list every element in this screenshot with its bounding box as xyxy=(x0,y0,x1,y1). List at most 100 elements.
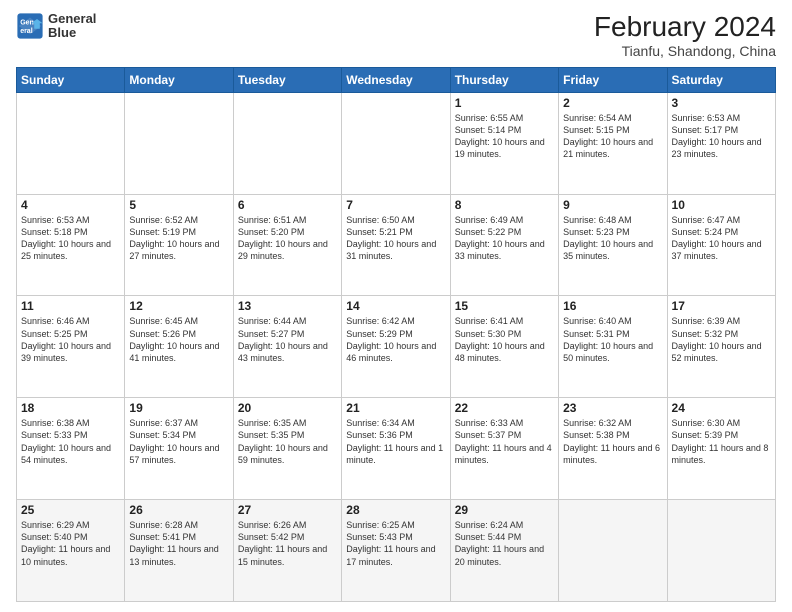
header: Gen eral General Blue February 2024 Tian… xyxy=(16,12,776,59)
calendar-day-cell: 24 Sunrise: 6:30 AM Sunset: 5:39 PM Dayli… xyxy=(667,398,775,500)
calendar-day-cell: 27 Sunrise: 6:26 AM Sunset: 5:42 PM Dayli… xyxy=(233,500,341,602)
calendar-day-cell: 17 Sunrise: 6:39 AM Sunset: 5:32 PM Dayli… xyxy=(667,296,775,398)
calendar-day-cell: 22Sunrise: 6:33 AM Sunset: 5:37 PM Dayli… xyxy=(450,398,558,500)
calendar-title: February 2024 xyxy=(594,12,776,43)
day-number: 7 xyxy=(346,198,445,212)
day-info: Sunrise: 6:47 AM Sunset: 5:24 PM Dayligh… xyxy=(672,214,771,263)
calendar-day-cell: 10 Sunrise: 6:47 AM Sunset: 5:24 PM Dayli… xyxy=(667,194,775,296)
calendar-table: SundayMondayTuesdayWednesdayThursdayFrid… xyxy=(16,67,776,602)
calendar-day-cell xyxy=(125,92,233,194)
calendar-day-cell xyxy=(233,92,341,194)
day-number: 21 xyxy=(346,401,445,415)
weekday-header: Saturday xyxy=(667,67,775,92)
day-info: Sunrise: 6:45 AM Sunset: 5:26 PM Dayligh… xyxy=(129,315,228,364)
day-number: 2 xyxy=(563,96,662,110)
day-info: Sunrise: 6:25 AM Sunset: 5:43 PM Dayligh… xyxy=(346,519,445,568)
calendar-day-cell: 14 Sunrise: 6:42 AM Sunset: 5:29 PM Dayli… xyxy=(342,296,450,398)
day-number: 29 xyxy=(455,503,554,517)
weekday-header: Friday xyxy=(559,67,667,92)
calendar-day-cell: 28 Sunrise: 6:25 AM Sunset: 5:43 PM Dayli… xyxy=(342,500,450,602)
calendar-week-row: 25 Sunrise: 6:29 AM Sunset: 5:40 PM Dayli… xyxy=(17,500,776,602)
day-number: 19 xyxy=(129,401,228,415)
calendar-header: SundayMondayTuesdayWednesdayThursdayFrid… xyxy=(17,67,776,92)
day-info: Sunrise: 6:46 AM Sunset: 5:25 PM Dayligh… xyxy=(21,315,120,364)
calendar-day-cell: 12 Sunrise: 6:45 AM Sunset: 5:26 PM Dayli… xyxy=(125,296,233,398)
day-number: 5 xyxy=(129,198,228,212)
day-number: 17 xyxy=(672,299,771,313)
day-info: Sunrise: 6:29 AM Sunset: 5:40 PM Dayligh… xyxy=(21,519,120,568)
day-info: Sunrise: 6:41 AM Sunset: 5:30 PM Dayligh… xyxy=(455,315,554,364)
day-number: 25 xyxy=(21,503,120,517)
day-number: 1 xyxy=(455,96,554,110)
day-number: 14 xyxy=(346,299,445,313)
calendar-week-row: 18Sunrise: 6:38 AM Sunset: 5:33 PM Dayli… xyxy=(17,398,776,500)
day-info: Sunrise: 6:49 AM Sunset: 5:22 PM Dayligh… xyxy=(455,214,554,263)
logo: Gen eral General Blue xyxy=(16,12,96,41)
calendar-day-cell: 4Sunrise: 6:53 AM Sunset: 5:18 PM Daylig… xyxy=(17,194,125,296)
calendar-day-cell: 13Sunrise: 6:44 AM Sunset: 5:27 PM Dayli… xyxy=(233,296,341,398)
day-number: 8 xyxy=(455,198,554,212)
day-info: Sunrise: 6:55 AM Sunset: 5:14 PM Dayligh… xyxy=(455,112,554,161)
calendar-week-row: 4Sunrise: 6:53 AM Sunset: 5:18 PM Daylig… xyxy=(17,194,776,296)
day-info: Sunrise: 6:38 AM Sunset: 5:33 PM Dayligh… xyxy=(21,417,120,466)
day-info: Sunrise: 6:28 AM Sunset: 5:41 PM Dayligh… xyxy=(129,519,228,568)
day-info: Sunrise: 6:51 AM Sunset: 5:20 PM Dayligh… xyxy=(238,214,337,263)
calendar-day-cell: 25 Sunrise: 6:29 AM Sunset: 5:40 PM Dayli… xyxy=(17,500,125,602)
calendar-day-cell: 7 Sunrise: 6:50 AM Sunset: 5:21 PM Daylig… xyxy=(342,194,450,296)
calendar-week-row: 11Sunrise: 6:46 AM Sunset: 5:25 PM Dayli… xyxy=(17,296,776,398)
day-info: Sunrise: 6:30 AM Sunset: 5:39 PM Dayligh… xyxy=(672,417,771,466)
logo-icon: Gen eral xyxy=(16,12,44,40)
day-number: 16 xyxy=(563,299,662,313)
calendar-day-cell: 29 Sunrise: 6:24 AM Sunset: 5:44 PM Dayli… xyxy=(450,500,558,602)
calendar-body: 1 Sunrise: 6:55 AM Sunset: 5:14 PM Daylig… xyxy=(17,92,776,601)
day-number: 24 xyxy=(672,401,771,415)
day-number: 15 xyxy=(455,299,554,313)
calendar-day-cell: 1 Sunrise: 6:55 AM Sunset: 5:14 PM Daylig… xyxy=(450,92,558,194)
logo-line2: Blue xyxy=(48,26,96,40)
logo-text: General Blue xyxy=(48,12,96,41)
calendar-day-cell: 3Sunrise: 6:53 AM Sunset: 5:17 PM Daylig… xyxy=(667,92,775,194)
day-info: Sunrise: 6:39 AM Sunset: 5:32 PM Dayligh… xyxy=(672,315,771,364)
day-number: 10 xyxy=(672,198,771,212)
day-number: 28 xyxy=(346,503,445,517)
day-number: 4 xyxy=(21,198,120,212)
calendar-day-cell: 20 Sunrise: 6:35 AM Sunset: 5:35 PM Dayli… xyxy=(233,398,341,500)
calendar-day-cell: 21 Sunrise: 6:34 AM Sunset: 5:36 PM Dayli… xyxy=(342,398,450,500)
day-number: 9 xyxy=(563,198,662,212)
day-info: Sunrise: 6:34 AM Sunset: 5:36 PM Dayligh… xyxy=(346,417,445,466)
day-info: Sunrise: 6:37 AM Sunset: 5:34 PM Dayligh… xyxy=(129,417,228,466)
title-block: February 2024 Tianfu, Shandong, China xyxy=(594,12,776,59)
calendar-day-cell: 23 Sunrise: 6:32 AM Sunset: 5:38 PM Dayli… xyxy=(559,398,667,500)
calendar-day-cell: 11Sunrise: 6:46 AM Sunset: 5:25 PM Dayli… xyxy=(17,296,125,398)
day-number: 23 xyxy=(563,401,662,415)
weekday-header: Tuesday xyxy=(233,67,341,92)
day-info: Sunrise: 6:33 AM Sunset: 5:37 PM Dayligh… xyxy=(455,417,554,466)
day-number: 6 xyxy=(238,198,337,212)
calendar-day-cell: 2 Sunrise: 6:54 AM Sunset: 5:15 PM Daylig… xyxy=(559,92,667,194)
day-info: Sunrise: 6:35 AM Sunset: 5:35 PM Dayligh… xyxy=(238,417,337,466)
day-number: 27 xyxy=(238,503,337,517)
calendar-day-cell xyxy=(559,500,667,602)
day-number: 26 xyxy=(129,503,228,517)
calendar-day-cell: 8 Sunrise: 6:49 AM Sunset: 5:22 PM Daylig… xyxy=(450,194,558,296)
weekday-header: Wednesday xyxy=(342,67,450,92)
day-number: 3 xyxy=(672,96,771,110)
day-number: 12 xyxy=(129,299,228,313)
day-info: Sunrise: 6:48 AM Sunset: 5:23 PM Dayligh… xyxy=(563,214,662,263)
calendar-day-cell: 18Sunrise: 6:38 AM Sunset: 5:33 PM Dayli… xyxy=(17,398,125,500)
day-info: Sunrise: 6:26 AM Sunset: 5:42 PM Dayligh… xyxy=(238,519,337,568)
svg-text:eral: eral xyxy=(20,28,33,35)
calendar-week-row: 1 Sunrise: 6:55 AM Sunset: 5:14 PM Daylig… xyxy=(17,92,776,194)
day-info: Sunrise: 6:42 AM Sunset: 5:29 PM Dayligh… xyxy=(346,315,445,364)
day-info: Sunrise: 6:50 AM Sunset: 5:21 PM Dayligh… xyxy=(346,214,445,263)
day-info: Sunrise: 6:44 AM Sunset: 5:27 PM Dayligh… xyxy=(238,315,337,364)
calendar-day-cell: 15 Sunrise: 6:41 AM Sunset: 5:30 PM Dayli… xyxy=(450,296,558,398)
day-info: Sunrise: 6:32 AM Sunset: 5:38 PM Dayligh… xyxy=(563,417,662,466)
weekday-header: Thursday xyxy=(450,67,558,92)
day-number: 20 xyxy=(238,401,337,415)
calendar-day-cell xyxy=(667,500,775,602)
day-info: Sunrise: 6:24 AM Sunset: 5:44 PM Dayligh… xyxy=(455,519,554,568)
day-info: Sunrise: 6:54 AM Sunset: 5:15 PM Dayligh… xyxy=(563,112,662,161)
calendar-subtitle: Tianfu, Shandong, China xyxy=(594,43,776,59)
weekday-header: Monday xyxy=(125,67,233,92)
